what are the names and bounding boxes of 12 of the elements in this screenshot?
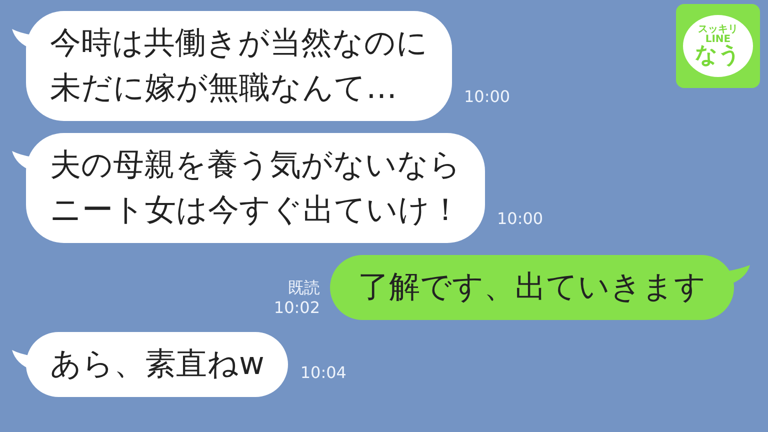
logo-text: なう [695, 45, 741, 67]
received-message-bubble: 今時は共働きが当然なのに 未だに嫁が無職なんて… [26, 11, 452, 121]
read-receipt: 既読 [288, 278, 320, 298]
sent-message-bubble: 了解です、出ていきます [330, 255, 734, 320]
received-message-bubble: 夫の母親を養う気がないなら ニート女は今すぐ出ていけ！ [26, 133, 485, 243]
message-time: 10:02 [274, 298, 320, 318]
received-message-bubble: あら、素直ねw [26, 332, 288, 397]
message-time: 10:00 [464, 86, 510, 108]
message-time: 10:04 [300, 362, 346, 384]
logo-text: LINE [705, 35, 731, 45]
logo-text: スッキリ [698, 25, 738, 35]
message-time: 10:00 [497, 208, 544, 230]
